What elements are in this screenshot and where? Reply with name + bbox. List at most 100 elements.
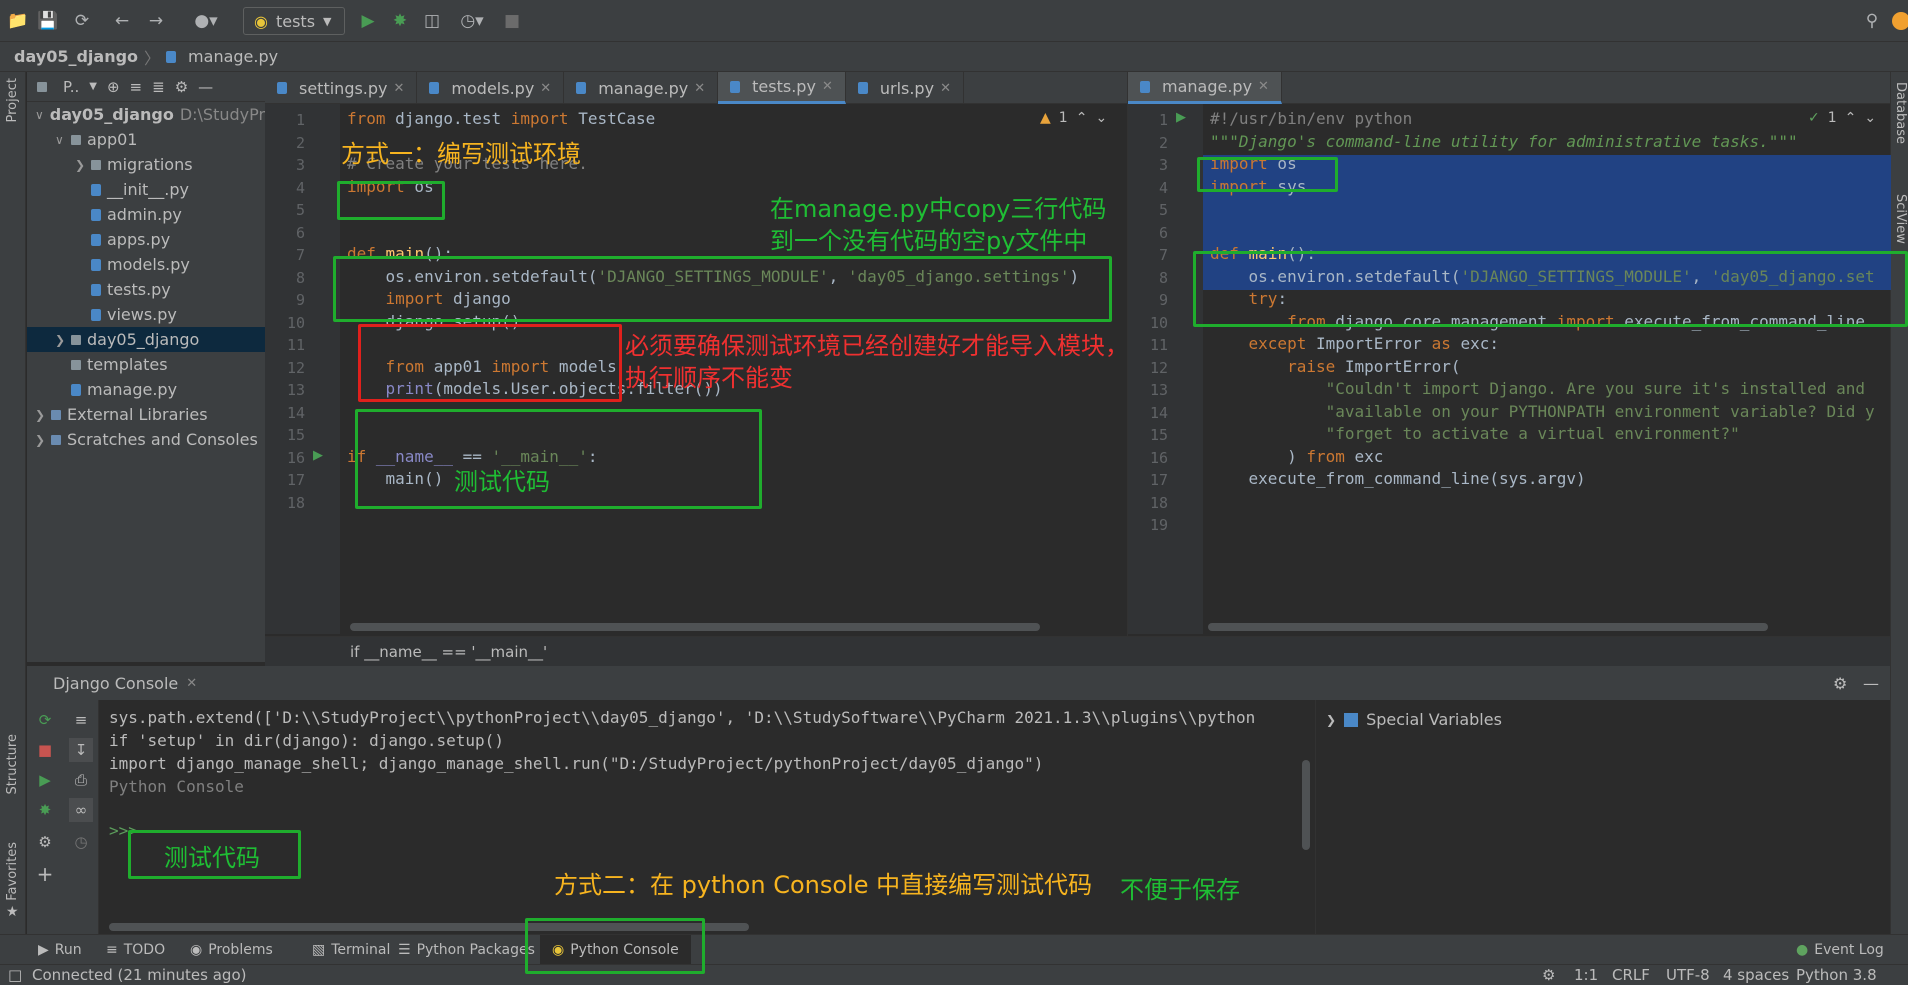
python-file-icon <box>91 283 101 296</box>
print-icon[interactable]: ⎙ <box>69 768 93 792</box>
tab-manage-py-right[interactable]: manage.py ✕ <box>1128 72 1282 104</box>
chevron-down-icon[interactable]: ∨ <box>35 108 44 122</box>
run-gutter-icon[interactable]: ▶ <box>313 448 323 463</box>
coverage-icon[interactable]: ◫ <box>420 9 444 33</box>
caret-position[interactable]: 1:1 <box>1574 966 1598 984</box>
debug-icon[interactable]: ✸ <box>388 9 412 33</box>
tool-tab-python-packages[interactable]: ☰ Python Packages <box>398 935 535 965</box>
side-tab-favorites[interactable]: Favorites <box>5 842 20 901</box>
update-icon[interactable] <box>1892 12 1908 30</box>
gear-icon[interactable]: ⚙ <box>175 78 188 96</box>
console-tab-title[interactable]: Django Console <box>53 674 178 693</box>
tree-item[interactable]: ❯ day05_django <box>27 327 265 352</box>
tool-tab-label: Problems <box>208 942 273 958</box>
close-icon[interactable]: ✕ <box>940 81 951 96</box>
side-tab-sciview[interactable]: SciView <box>1893 194 1908 244</box>
profile-icon[interactable]: ◷▾ <box>452 9 492 33</box>
tab-settings-py[interactable]: settings.py ✕ <box>265 72 418 104</box>
run-gutter-icon[interactable]: ▶ <box>1176 110 1186 125</box>
side-tab-structure[interactable]: Structure <box>5 734 20 794</box>
history-icon[interactable]: ◷ <box>69 830 93 854</box>
tree-item[interactable]: views.py <box>27 302 265 327</box>
tree-item[interactable]: ∨ day05_django D:\StudyPr <box>27 102 265 127</box>
vertical-scrollbar[interactable] <box>1302 760 1310 850</box>
horizontal-scrollbar-right[interactable] <box>1208 623 1768 631</box>
file-encoding[interactable]: UTF-8 <box>1666 966 1710 984</box>
tab-label: manage.py <box>598 78 689 98</box>
run-configuration-selector[interactable]: ◉ tests ▼ <box>243 7 345 35</box>
tool-tab-event-log[interactable]: ● Event Log <box>1796 935 1884 965</box>
close-icon[interactable]: ✕ <box>394 81 405 96</box>
tree-item[interactable]: admin.py <box>27 202 265 227</box>
stop-icon[interactable]: ■ <box>33 738 57 762</box>
tree-item[interactable]: ∨ app01 <box>27 127 265 152</box>
tool-tab-terminal[interactable]: ▧ Terminal <box>312 935 390 965</box>
hide-icon[interactable]: — <box>198 78 213 96</box>
tree-item[interactable]: ❯ Scratches and Consoles <box>27 427 265 452</box>
tab-tests-py[interactable]: tests.py ✕ <box>718 72 846 104</box>
close-icon[interactable]: ✕ <box>822 79 833 94</box>
code-line: "available on your PYTHONPATH environmen… <box>1325 401 1875 421</box>
python-interpreter[interactable]: Python 3.8 <box>1796 966 1877 984</box>
tree-item[interactable]: manage.py <box>27 377 265 402</box>
line-separator[interactable]: CRLF <box>1612 966 1650 984</box>
chevron-down-icon[interactable]: ∨ <box>55 133 71 147</box>
tree-item[interactable]: templates <box>27 352 265 377</box>
search-icon[interactable]: ⚲ <box>1860 9 1884 33</box>
execute-icon[interactable]: ▶ <box>33 768 57 792</box>
open-folder-icon[interactable]: 📁 <box>6 9 30 33</box>
annotation-copy-line2: 到一个没有代码的空py文件中 <box>770 227 1088 255</box>
add-icon[interactable]: + <box>33 862 57 886</box>
debug-icon[interactable]: ✸ <box>33 798 57 822</box>
side-tab-database[interactable]: Database <box>1893 82 1908 144</box>
tab-models-py[interactable]: models.py ✕ <box>417 72 565 104</box>
python-file-icon <box>166 50 177 63</box>
locate-icon[interactable]: ⊕ <box>107 78 120 96</box>
show-variables-icon[interactable]: ∞ <box>69 798 93 822</box>
collapse-all-icon[interactable]: ≣ <box>152 78 165 96</box>
chevron-right-icon[interactable]: ❯ <box>35 433 51 447</box>
tree-item[interactable]: apps.py <box>27 227 265 252</box>
scroll-to-end-icon[interactable]: ↧ <box>69 738 93 762</box>
close-icon[interactable]: ✕ <box>540 81 551 96</box>
side-tab-project[interactable]: Project <box>5 78 20 122</box>
expand-all-icon[interactable]: ≡ <box>130 78 143 96</box>
tool-tab-run[interactable]: ▶ Run <box>38 935 82 965</box>
hide-icon[interactable]: — <box>1863 674 1879 693</box>
chevron-right-icon[interactable]: ❯ <box>55 333 71 347</box>
tree-item[interactable]: models.py <box>27 252 265 277</box>
horizontal-scrollbar[interactable] <box>350 623 1040 631</box>
tree-item[interactable]: ❯ migrations <box>27 152 265 177</box>
save-icon[interactable]: 💾 <box>36 9 60 33</box>
forward-icon[interactable]: → <box>144 9 168 33</box>
sync-icon[interactable]: ⟳ <box>70 9 94 33</box>
chevron-right-icon[interactable]: ❯ <box>75 158 91 172</box>
tree-item[interactable]: ❯ External Libraries <box>27 402 265 427</box>
project-view-selector[interactable]: P.. <box>63 78 79 96</box>
tool-tab-todo[interactable]: ≡ TODO <box>106 935 165 965</box>
tree-item[interactable]: __init__.py <box>27 177 265 202</box>
close-icon[interactable]: ✕ <box>186 676 197 691</box>
chevron-right-icon[interactable]: ❯ <box>35 408 51 422</box>
nav-file[interactable]: manage.py <box>188 47 278 66</box>
special-variables-node[interactable]: ❯ Special Variables <box>1326 710 1502 729</box>
tool-tab-label: Terminal <box>331 942 391 958</box>
tab-urls-py[interactable]: urls.py ✕ <box>846 72 964 104</box>
indent-setting[interactable]: 4 spaces <box>1723 966 1789 984</box>
close-icon[interactable]: ✕ <box>694 81 705 96</box>
line-number: 1 <box>1158 111 1168 129</box>
nav-project[interactable]: day05_django <box>14 47 138 66</box>
stop-icon[interactable]: ■ <box>500 9 524 33</box>
user-icon[interactable]: ●▾ <box>188 9 224 33</box>
rerun-icon[interactable]: ⟳ <box>33 708 57 732</box>
soft-wrap-icon[interactable]: ≡ <box>69 708 93 732</box>
tab-manage-py[interactable]: manage.py ✕ <box>564 72 719 104</box>
breadcrumb-item[interactable]: if __name__ == '__main__' <box>350 643 547 661</box>
gear-icon[interactable]: ⚙ <box>33 830 57 854</box>
run-icon[interactable]: ▶ <box>356 9 380 33</box>
gear-icon[interactable]: ⚙ <box>1833 674 1847 693</box>
tree-item[interactable]: tests.py <box>27 277 265 302</box>
close-icon[interactable]: ✕ <box>1258 79 1269 94</box>
tool-tab-problems[interactable]: ◉ Problems <box>190 935 273 965</box>
back-icon[interactable]: ← <box>110 9 134 33</box>
